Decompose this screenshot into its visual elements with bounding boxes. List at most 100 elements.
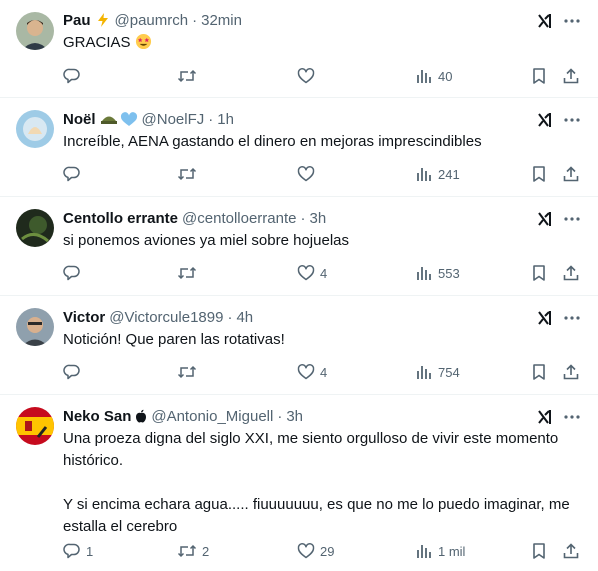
analytics-icon <box>417 168 431 181</box>
avatar[interactable] <box>16 12 54 50</box>
bookmark-button[interactable] <box>531 362 547 382</box>
star-struck-emoji <box>135 33 152 57</box>
more-options-icon[interactable] <box>562 209 582 229</box>
grok-icon[interactable] <box>535 308 555 328</box>
handle[interactable]: @Victorcule1899 <box>109 309 223 326</box>
display-name[interactable]: Noël <box>63 111 96 128</box>
handle[interactable]: @Antonio_Miguell <box>151 408 273 425</box>
more-options-icon[interactable] <box>562 11 582 31</box>
reply-icon <box>63 543 80 559</box>
share-icon <box>563 68 579 84</box>
like-button[interactable] <box>297 164 320 184</box>
bookmark-icon <box>533 166 545 182</box>
bookmark-button[interactable] <box>531 541 547 561</box>
separator-dot: · <box>227 308 233 326</box>
tweet[interactable]: Victor @Victorcule1899 · 4h Notición! Qu… <box>0 296 598 395</box>
grok-icon[interactable] <box>535 11 555 31</box>
retweet-icon <box>177 266 197 280</box>
reply-icon <box>63 68 80 84</box>
reply-button[interactable] <box>63 66 86 86</box>
retweet-icon <box>177 167 197 181</box>
share-button[interactable] <box>562 164 580 184</box>
like-button[interactable]: 4 <box>297 263 327 283</box>
bookmark-icon <box>533 265 545 281</box>
grok-icon[interactable] <box>535 209 555 229</box>
bookmark-button[interactable] <box>531 66 547 86</box>
handle[interactable]: @NoelFJ <box>142 111 205 128</box>
like-count: 29 <box>320 543 335 559</box>
bookmark-button[interactable] <box>531 263 547 283</box>
action-bar: 40 <box>63 66 583 86</box>
separator-dot: · <box>208 110 214 128</box>
retweet-icon <box>177 365 197 379</box>
avatar[interactable] <box>16 407 54 445</box>
display-name[interactable]: Victor <box>63 309 105 326</box>
views-button[interactable]: 1 mil <box>415 541 465 561</box>
retweet-icon <box>177 544 197 558</box>
tweet[interactable]: Noël @NoelFJ · 1h Increíble, AENA gastan… <box>0 98 598 197</box>
tweet-text: Una proeza digna del siglo XXI, me sient… <box>63 430 570 535</box>
separator-dot: · <box>192 11 198 29</box>
view-count: 241 <box>438 166 460 182</box>
retweet-count: 2 <box>202 543 210 559</box>
display-name[interactable]: Centollo errante <box>63 210 178 227</box>
share-button[interactable] <box>562 66 580 86</box>
handle[interactable]: @centolloerrante <box>182 210 296 227</box>
views-button[interactable]: 40 <box>415 66 452 86</box>
tweet-text: Increíble, AENA gastando el dinero en me… <box>63 133 482 150</box>
reply-button[interactable] <box>63 263 86 283</box>
display-name[interactable]: Pau <box>63 12 91 29</box>
view-count: 1 mil <box>438 543 466 559</box>
more-options-icon[interactable] <box>562 308 582 328</box>
like-button[interactable]: 4 <box>297 362 327 382</box>
view-count: 553 <box>438 265 460 281</box>
heart-icon <box>297 265 315 281</box>
share-button[interactable] <box>562 263 580 283</box>
reply-button[interactable] <box>63 362 86 382</box>
timestamp[interactable]: 3h <box>310 210 327 227</box>
avatar[interactable] <box>16 110 54 148</box>
tweet[interactable]: Centollo errante @centolloerrante · 3h s… <box>0 197 598 296</box>
analytics-icon <box>417 70 431 83</box>
retweet-button[interactable] <box>177 164 202 184</box>
analytics-icon <box>417 545 431 558</box>
grok-icon[interactable] <box>535 407 555 427</box>
like-count: 4 <box>320 265 328 281</box>
tweet-text: Notición! Que paren las rotativas! <box>63 331 285 348</box>
handle[interactable]: @paumrch <box>115 12 189 29</box>
like-button[interactable]: 29 <box>297 541 334 561</box>
retweet-button[interactable]: 2 <box>177 541 209 561</box>
reply-icon <box>63 364 80 380</box>
reply-button[interactable] <box>63 164 86 184</box>
heart-icon <box>297 68 315 84</box>
tweet[interactable]: Neko San @Antonio_Miguell · 3h Una proez… <box>0 395 598 571</box>
more-options-icon[interactable] <box>562 407 582 427</box>
share-button[interactable] <box>562 362 580 382</box>
apple-logo <box>135 409 147 423</box>
bookmark-button[interactable] <box>531 164 547 184</box>
action-bar: 1 2 29 1 mil <box>63 541 583 561</box>
retweet-button[interactable] <box>177 263 202 283</box>
retweet-button[interactable] <box>177 362 202 382</box>
heart-icon <box>297 543 315 559</box>
grok-icon[interactable] <box>535 110 555 130</box>
reply-button[interactable]: 1 <box>63 541 93 561</box>
like-button[interactable] <box>297 66 320 86</box>
timestamp[interactable]: 1h <box>217 111 234 128</box>
views-button[interactable]: 241 <box>415 164 460 184</box>
tweet[interactable]: Pau @paumrch · 32min GRACIAS 40 <box>0 0 598 98</box>
timestamp[interactable]: 4h <box>236 309 253 326</box>
views-button[interactable]: 553 <box>415 263 460 283</box>
avatar[interactable] <box>16 308 54 346</box>
avatar[interactable] <box>16 209 54 247</box>
timestamp[interactable]: 3h <box>286 408 303 425</box>
share-button[interactable] <box>562 541 580 561</box>
display-name[interactable]: Neko San <box>63 408 131 425</box>
views-button[interactable]: 754 <box>415 362 460 382</box>
bookmark-icon <box>533 543 545 559</box>
reply-icon <box>63 166 80 182</box>
separator-dot: · <box>277 407 283 425</box>
more-options-icon[interactable] <box>562 110 582 130</box>
retweet-button[interactable] <box>177 66 202 86</box>
timestamp[interactable]: 32min <box>201 12 242 29</box>
